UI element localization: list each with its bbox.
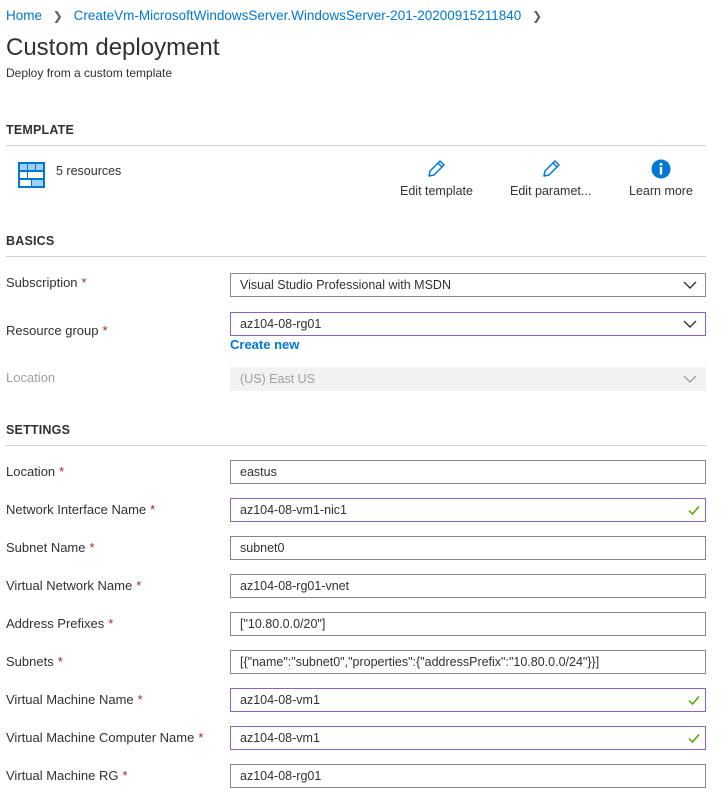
subnets-input[interactable]: [{"name":"subnet0","properties":{"addres… [230,650,706,674]
vm-rg-input[interactable]: az104-08-rg01 [230,764,706,788]
learn-more-button[interactable]: Learn more [629,158,693,198]
vnet-name-label: Virtual Network Name * [6,578,142,593]
page-title: Custom deployment [6,34,220,61]
section-header-basics: BASICS [6,234,55,248]
address-prefixes-label: Address Prefixes * [6,616,114,631]
vm-computer-name-input[interactable]: az104-08-vm1 [230,726,706,750]
chevron-down-icon [683,281,697,289]
edit-template-button[interactable]: Edit template [400,158,473,198]
resources-count: 5 resources [56,164,122,178]
basics-location-dropdown: (US) East US [230,367,706,391]
subnets-label: Subnets * [6,654,63,669]
chevron-down-icon [683,320,697,328]
pencil-icon [428,160,446,177]
nic-name-label: Network Interface Name * [6,502,156,517]
edit-parameters-label: Edit paramet... [510,184,592,198]
divider [6,256,706,257]
resource-group-value: az104-08-rg01 [240,317,322,331]
create-new-resource-group-link[interactable]: Create new [230,337,299,352]
vnet-name-input[interactable]: az104-08-rg01-vnet [230,574,706,598]
chevron-right-icon: ❯ [532,9,543,23]
divider [6,145,706,146]
basics-location-value: (US) East US [240,372,316,386]
chevron-right-icon: ❯ [52,9,63,23]
vm-computer-name-label: Virtual Machine Computer Name * [6,730,204,745]
chevron-down-icon [683,375,697,383]
settings-location-label: Location * [6,464,65,479]
resource-group-dropdown[interactable]: az104-08-rg01 [230,312,706,336]
nic-name-input[interactable]: az104-08-vm1-nic1 [230,498,706,522]
divider [6,445,706,446]
edit-parameters-button[interactable]: Edit paramet... [510,158,591,198]
subscription-dropdown[interactable]: Visual Studio Professional with MSDN [230,273,706,297]
basics-location-label: Location [6,370,56,385]
checkmark-icon [688,696,700,706]
vm-rg-label: Virtual Machine RG * [6,768,128,783]
settings-location-input[interactable]: eastus [230,460,706,484]
breadcrumb-home-link[interactable]: Home [6,8,42,23]
page-subtitle: Deploy from a custom template [6,66,173,80]
section-header-template: TEMPLATE [6,123,75,137]
learn-more-label: Learn more [629,184,693,198]
subscription-value: Visual Studio Professional with MSDN [240,278,451,292]
vm-name-label: Virtual Machine Name * [6,692,143,707]
resources-grid-icon [18,162,45,188]
resource-group-label: Resource group * [6,323,108,338]
info-icon [651,159,671,179]
address-prefixes-input[interactable]: ["10.80.0.0/20"] [230,612,706,636]
vm-name-input[interactable]: az104-08-vm1 [230,688,706,712]
checkmark-icon [688,506,700,516]
section-header-settings: SETTINGS [6,423,71,437]
subscription-label: Subscription * [6,275,87,290]
pencil-icon [542,160,560,177]
breadcrumb: Home ❯ CreateVm-MicrosoftWindowsServer.W… [6,8,549,23]
checkmark-icon [688,734,700,744]
subnet-name-input[interactable]: subnet0 [230,536,706,560]
edit-template-label: Edit template [400,184,473,198]
breadcrumb-deployment-link[interactable]: CreateVm-MicrosoftWindowsServer.WindowsS… [74,8,522,23]
subnet-name-label: Subnet Name * [6,540,95,555]
